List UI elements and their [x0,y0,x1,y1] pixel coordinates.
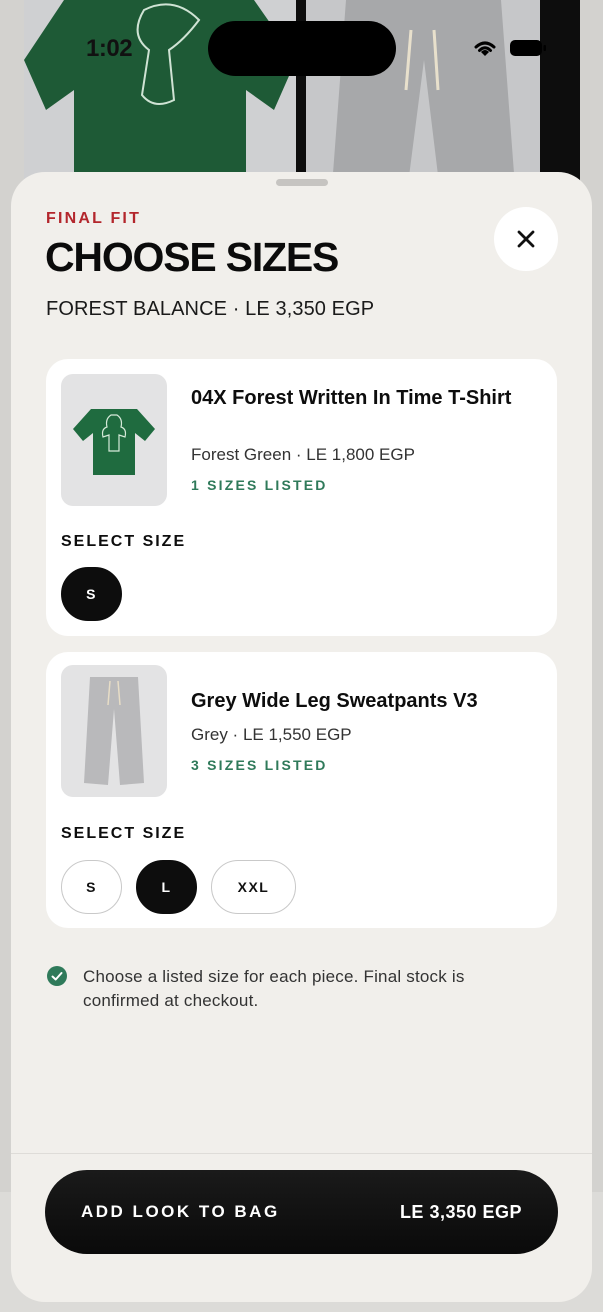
check-circle-icon [47,966,67,986]
add-look-to-bag-label: ADD LOOK TO BAG [81,1202,280,1221]
close-icon [517,230,535,248]
size-option-xxl[interactable]: XXL [211,860,296,914]
dynamic-island [208,21,396,76]
tshirt-thumbnail [61,374,167,506]
size-selection-sheet: FINAL FIT CHOOSE SIZES FOREST BALANCE · … [11,172,592,1302]
select-size-label: SELECT SIZE [61,825,187,842]
screen: 1:02 FINAL FIT CHOOSE SIZES FOREST BALAN… [0,0,603,1312]
size-option-l[interactable]: L [136,860,197,914]
product-card-tshirt: 04X Forest Written In Time T-Shirt Fores… [46,359,557,636]
product-name: 04X Forest Written In Time T-Shirt [191,387,512,409]
sizes-listed-count: 1 SIZES LISTED [191,477,328,493]
add-look-to-bag-button[interactable]: ADD LOOK TO BAG LE 3,350 EGP [45,1170,558,1254]
product-card-sweatpants: Grey Wide Leg Sweatpants V3 Grey · LE 1,… [46,652,557,928]
sweatpants-thumbnail [61,665,167,797]
stock-note-text: Choose a listed size for each piece. Fin… [83,967,465,1010]
wifi-icon [474,41,496,56]
look-subtitle: FOREST BALANCE · LE 3,350 EGP [46,298,375,320]
product-meta: Forest Green · LE 1,800 EGP [191,445,415,464]
close-button[interactable] [494,207,558,271]
stock-note: Choose a listed size for each piece. Fin… [47,965,517,1013]
select-size-label: SELECT SIZE [61,533,187,550]
product-meta: Grey · LE 1,550 EGP [191,725,352,744]
status-bar: 1:02 [0,0,603,96]
sizes-listed-count: 3 SIZES LISTED [191,757,328,773]
size-option-s[interactable]: S [61,567,122,621]
sheet-grabber[interactable] [276,179,328,186]
status-time: 1:02 [86,35,133,62]
footer-divider [11,1153,592,1154]
product-name: Grey Wide Leg Sweatpants V3 [191,690,478,712]
total-price: LE 3,350 EGP [399,1201,522,1222]
battery-icon [510,40,546,56]
page-title: CHOOSE SIZES [45,234,339,280]
size-options: S [61,567,122,621]
size-option-s[interactable]: S [61,860,122,914]
sheet-eyebrow: FINAL FIT [46,210,142,227]
size-options: S L XXL [61,860,296,914]
